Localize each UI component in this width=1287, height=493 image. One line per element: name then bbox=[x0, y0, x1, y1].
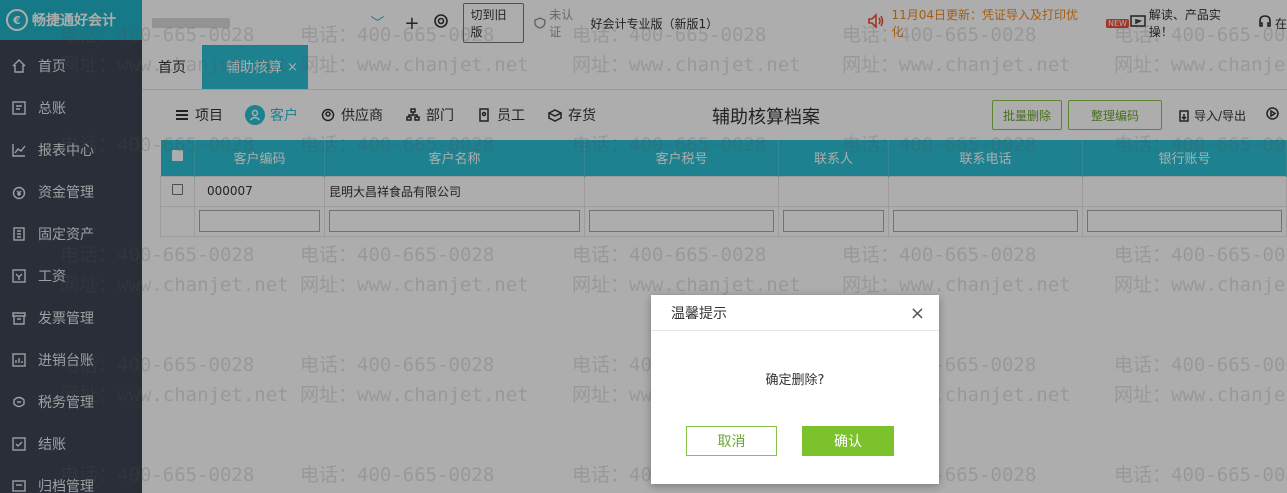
dialog-buttons: 取消 确认 bbox=[686, 426, 894, 456]
confirm-button[interactable]: 确认 bbox=[802, 426, 894, 456]
modal-overlay[interactable] bbox=[0, 0, 1287, 493]
dialog-message: 确定删除? bbox=[765, 373, 825, 388]
cancel-button[interactable]: 取消 bbox=[686, 426, 777, 456]
close-icon[interactable]: × bbox=[910, 303, 925, 324]
confirm-delete-dialog: 温馨提示 × 确定删除? 取消 确认 bbox=[651, 295, 939, 484]
dialog-header: 温馨提示 × bbox=[651, 295, 939, 331]
dialog-title: 温馨提示 bbox=[671, 305, 727, 322]
